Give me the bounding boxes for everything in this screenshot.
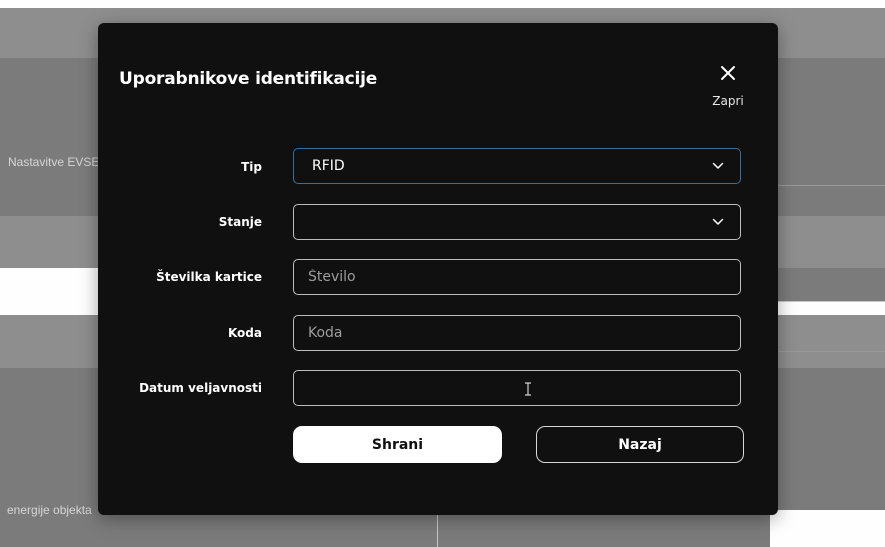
close-button[interactable]: Zapri	[702, 61, 754, 111]
code-input[interactable]	[293, 315, 741, 351]
bg-divider	[778, 301, 885, 302]
bg-card	[770, 510, 885, 547]
close-icon	[721, 66, 735, 80]
chevron-down-icon	[712, 162, 724, 169]
back-button[interactable]: Nazaj	[536, 426, 744, 463]
bg-divider	[437, 515, 438, 547]
save-button[interactable]: Shrani	[293, 426, 502, 463]
stanje-select[interactable]	[293, 204, 741, 240]
card-number-input[interactable]	[293, 259, 741, 295]
close-label: Zapri	[712, 94, 744, 108]
valid-date-input[interactable]	[293, 370, 741, 406]
bg-label: energije objekta	[7, 503, 92, 517]
stanje-label: Stanje	[218, 215, 262, 229]
bg-label: Nastavitve EVSE	[8, 155, 100, 169]
code-label: Koda	[227, 326, 262, 340]
tip-label: Tip	[241, 160, 262, 174]
card-number-label: Številka kartice	[156, 270, 262, 284]
chevron-down-icon	[712, 218, 724, 225]
bg-panel	[778, 268, 885, 301]
tip-select-value: RFID	[312, 158, 345, 174]
text-cursor-icon	[525, 382, 531, 396]
user-identification-modal: Uporabnikove identifikacije Zapri Tip RF…	[98, 23, 778, 515]
valid-date-label: Datum veljavnosti	[139, 381, 262, 395]
tip-select[interactable]: RFID	[293, 148, 741, 184]
bg-divider	[778, 351, 885, 352]
modal-title: Uporabnikove identifikacije	[119, 69, 378, 89]
bg-divider	[778, 185, 885, 186]
bg-top-strip	[0, 0, 885, 8]
